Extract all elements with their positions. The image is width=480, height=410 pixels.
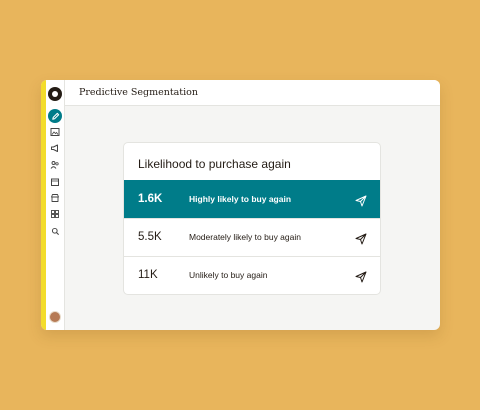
sidebar: [46, 80, 65, 330]
send-icon[interactable]: [355, 232, 367, 245]
card-title: Likelihood to purchase again: [138, 157, 291, 171]
image-icon[interactable]: [49, 126, 61, 138]
segment-count: 5.5K: [138, 231, 162, 243]
segment-count: 11K: [138, 269, 158, 281]
search-icon[interactable]: [49, 225, 61, 237]
grid-icon[interactable]: [49, 208, 61, 220]
segment-row-moderately-likely[interactable]: 5.5K Moderately likely to buy again: [124, 218, 380, 256]
people-icon[interactable]: [49, 159, 61, 171]
app-window: Predictive Segmentation Likelihood to pu…: [41, 80, 440, 330]
mailchimp-logo-icon[interactable]: [48, 87, 62, 101]
send-icon[interactable]: [355, 194, 367, 207]
page-title: Predictive Segmentation: [79, 87, 198, 98]
segment-label: Unlikely to buy again: [189, 270, 268, 280]
segment-label: Highly likely to buy again: [189, 194, 292, 204]
send-icon[interactable]: [355, 270, 367, 283]
segment-row-unlikely[interactable]: 11K Unlikely to buy again: [124, 256, 380, 294]
avatar[interactable]: [49, 311, 61, 323]
segment-count: 1.6K: [138, 193, 163, 205]
segment-row-highly-likely[interactable]: 1.6K Highly likely to buy again: [124, 180, 380, 218]
top-bar: Predictive Segmentation: [65, 80, 440, 106]
calendar-icon[interactable]: [49, 176, 61, 188]
megaphone-icon[interactable]: [49, 142, 61, 154]
segment-card: Likelihood to purchase again 1.6K Highly…: [123, 142, 381, 295]
store-icon[interactable]: [49, 192, 61, 204]
segment-label: Moderately likely to buy again: [189, 232, 301, 242]
pencil-icon[interactable]: [48, 109, 62, 123]
